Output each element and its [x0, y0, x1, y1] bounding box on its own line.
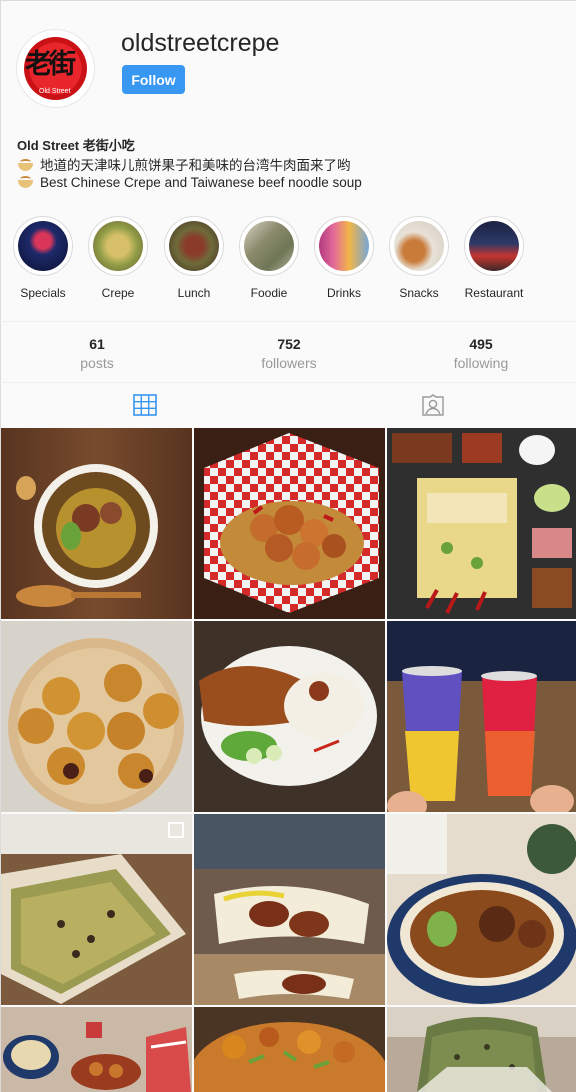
profile-display-name: Old Street 老街小吃 — [17, 138, 135, 153]
bio-line-1-text: 地道的天津味儿煎饼果子和美味的台湾牛肉面来了哟 — [40, 158, 351, 173]
stat-posts[interactable]: 61 posts — [37, 336, 157, 371]
avatar-logo-text: 老街 — [25, 49, 76, 80]
snacks-platter-photo — [1, 1007, 192, 1092]
highlight-cover — [389, 216, 449, 276]
highlight-label: Foodie — [250, 286, 288, 300]
scallion-pancake-photo — [387, 1007, 576, 1092]
post-thumbnail[interactable] — [194, 428, 385, 619]
post-thumbnail[interactable] — [194, 1007, 385, 1092]
highlight-cover — [239, 216, 299, 276]
highlight-label: Drinks — [326, 286, 361, 300]
stat-label: posts — [80, 355, 114, 371]
noodle-bowl-icon — [17, 159, 34, 171]
highlight-cover — [314, 216, 374, 276]
bubble-tea-photo — [387, 621, 576, 812]
spicy-dish-photo — [194, 1007, 385, 1092]
divider — [0, 382, 576, 383]
post-thumbnail[interactable] — [387, 428, 576, 619]
profile-avatar[interactable]: 老街 Old Street — [17, 30, 94, 107]
beef-noodle-bowl-photo — [387, 814, 576, 1005]
highlight-drinks[interactable]: Drinks — [313, 216, 375, 300]
noodle-bowl-icon — [17, 176, 34, 188]
highlight-foodie[interactable]: Foodie — [238, 216, 300, 300]
post-thumbnail[interactable] — [387, 814, 576, 1005]
divider — [0, 321, 576, 322]
post-thumbnail[interactable] — [1, 814, 192, 1005]
profile-username: oldstreetcrepe — [121, 29, 280, 57]
crepe-spread-photo — [387, 428, 576, 619]
highlight-lunch[interactable]: Lunch — [163, 216, 225, 300]
stat-value: 495 — [469, 336, 493, 352]
post-thumbnail[interactable] — [194, 621, 385, 812]
bio-line-2-text: Best Chinese Crepe and Taiwanese beef no… — [40, 175, 362, 190]
highlight-cover — [464, 216, 524, 276]
jianbing-crepe-photo — [1, 814, 192, 1005]
avatar-logo-small: Old Street — [39, 88, 71, 95]
multiple-photos-icon — [168, 822, 184, 838]
sausage-wrap-photo — [194, 814, 385, 1005]
highlight-crepe[interactable]: Crepe — [87, 216, 149, 300]
highlight-label: Lunch — [177, 286, 211, 300]
highlight-label: Restaurant — [464, 286, 524, 300]
highlight-cover — [88, 216, 148, 276]
highlight-restaurant[interactable]: Restaurant — [463, 216, 525, 300]
highlight-label: Specials — [20, 286, 66, 300]
fried-chicken-photo — [194, 428, 385, 619]
stat-label: following — [453, 355, 509, 371]
bio-line-1: 地道的天津味儿煎饼果子和美味的台湾牛肉面来了哟 — [17, 154, 351, 174]
tagged-icon[interactable] — [421, 394, 445, 416]
bio-line-2: Best Chinese Crepe and Taiwanese beef no… — [17, 175, 362, 190]
follow-button[interactable]: Follow — [122, 65, 185, 94]
post-thumbnail[interactable] — [194, 814, 385, 1005]
stat-value: 61 — [89, 336, 105, 352]
post-thumbnail[interactable] — [1, 428, 192, 619]
highlight-label: Crepe — [101, 286, 135, 300]
highlight-cover — [164, 216, 224, 276]
highlight-snacks[interactable]: Snacks — [388, 216, 450, 300]
highlight-specials[interactable]: Specials — [12, 216, 74, 300]
stat-followers[interactable]: 752 followers — [229, 336, 349, 371]
post-thumbnail[interactable] — [1, 621, 192, 812]
stat-value: 752 — [277, 336, 301, 352]
top-border — [0, 0, 576, 1]
sesame-balls-photo — [1, 621, 192, 812]
stat-following[interactable]: 495 following — [421, 336, 541, 371]
post-thumbnail[interactable] — [1, 1007, 192, 1092]
chicken-rice-photo — [194, 621, 385, 812]
post-thumbnail[interactable] — [387, 1007, 576, 1092]
beef-noodle-photo — [1, 428, 192, 619]
highlight-label: Snacks — [399, 286, 439, 300]
stat-label: followers — [261, 355, 317, 371]
highlight-cover — [13, 216, 73, 276]
post-thumbnail[interactable] — [387, 621, 576, 812]
grid-icon[interactable] — [133, 394, 157, 416]
